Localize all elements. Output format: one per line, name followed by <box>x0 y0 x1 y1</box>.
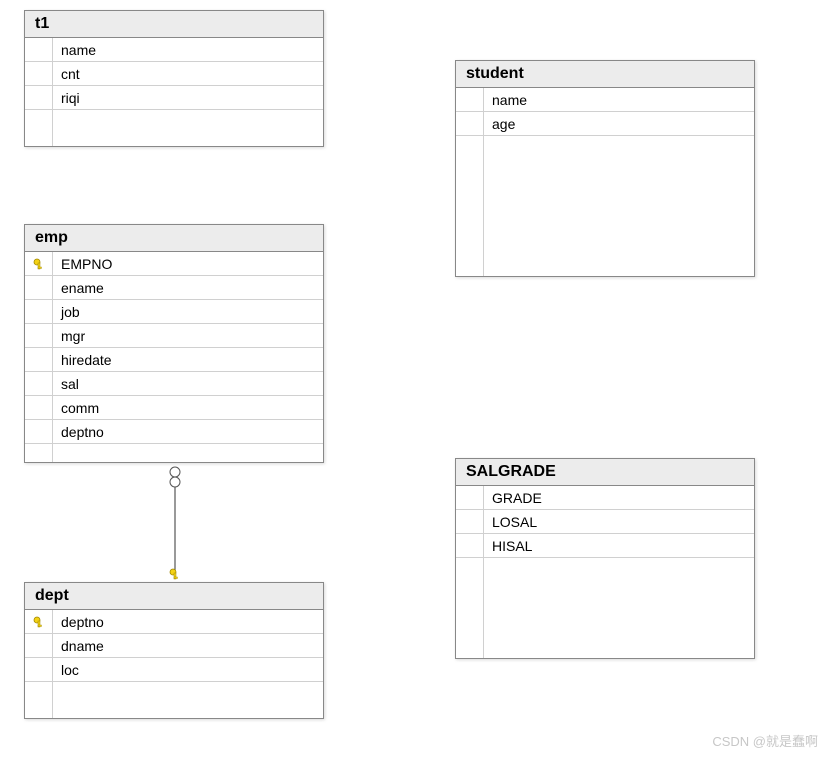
column-name: comm <box>53 400 99 416</box>
column-name: name <box>484 92 527 108</box>
pk-indicator <box>25 86 53 109</box>
table-row[interactable]: deptno <box>25 610 323 634</box>
table-student[interactable]: student name age <box>455 60 755 277</box>
table-row[interactable]: riqi <box>25 86 323 110</box>
table-columns: name age <box>456 88 754 276</box>
table-columns: GRADE LOSAL HISAL <box>456 486 754 658</box>
column-name: age <box>484 116 515 132</box>
table-columns: name cnt riqi <box>25 38 323 146</box>
primary-key-icon <box>33 616 45 628</box>
table-header[interactable]: dept <box>25 583 323 610</box>
pk-indicator <box>25 276 53 299</box>
column-name: loc <box>53 662 79 678</box>
column-name: dname <box>53 638 104 654</box>
table-row[interactable]: dname <box>25 634 323 658</box>
pk-indicator <box>25 348 53 371</box>
table-row[interactable]: age <box>456 112 754 136</box>
pk-indicator <box>25 396 53 419</box>
table-row[interactable]: cnt <box>25 62 323 86</box>
table-header[interactable]: SALGRADE <box>456 459 754 486</box>
column-name: hiredate <box>53 352 112 368</box>
table-row[interactable]: name <box>25 38 323 62</box>
table-row[interactable]: GRADE <box>456 486 754 510</box>
pk-indicator <box>456 88 484 111</box>
table-emp[interactable]: emp EMPNO ename job mgr hiredate <box>24 224 324 463</box>
table-columns: EMPNO ename job mgr hiredate sal comm d <box>25 252 323 462</box>
table-header[interactable]: t1 <box>25 11 323 38</box>
primary-key-icon <box>33 258 45 270</box>
pk-indicator <box>25 38 53 61</box>
column-name: deptno <box>53 614 104 630</box>
pk-indicator <box>456 112 484 135</box>
column-name: deptno <box>53 424 104 440</box>
pk-indicator <box>25 300 53 323</box>
table-padding <box>25 682 323 718</box>
table-padding <box>25 110 323 146</box>
table-salgrade[interactable]: SALGRADE GRADE LOSAL HISAL <box>455 458 755 659</box>
table-row[interactable]: EMPNO <box>25 252 323 276</box>
table-row[interactable]: mgr <box>25 324 323 348</box>
column-name: GRADE <box>484 490 542 506</box>
column-name: job <box>53 304 80 320</box>
table-row[interactable]: ename <box>25 276 323 300</box>
table-header[interactable]: emp <box>25 225 323 252</box>
column-name: EMPNO <box>53 256 112 272</box>
pk-indicator <box>456 534 484 557</box>
table-dept[interactable]: dept deptno dname loc <box>24 582 324 719</box>
relation-emp-dept <box>160 462 190 584</box>
table-row[interactable]: LOSAL <box>456 510 754 534</box>
table-t1[interactable]: t1 name cnt riqi <box>24 10 324 147</box>
pk-indicator <box>456 486 484 509</box>
table-row[interactable]: HISAL <box>456 534 754 558</box>
table-padding <box>456 136 754 276</box>
pk-indicator <box>25 610 53 633</box>
table-row[interactable]: deptno <box>25 420 323 444</box>
pk-indicator <box>25 324 53 347</box>
column-name: ename <box>53 280 104 296</box>
table-padding <box>25 444 323 462</box>
column-name: sal <box>53 376 79 392</box>
table-row[interactable]: job <box>25 300 323 324</box>
pk-indicator <box>25 62 53 85</box>
column-name: name <box>53 42 96 58</box>
table-padding <box>456 558 754 658</box>
column-name: cnt <box>53 66 80 82</box>
pk-indicator <box>456 510 484 533</box>
table-header[interactable]: student <box>456 61 754 88</box>
table-row[interactable]: sal <box>25 372 323 396</box>
table-row[interactable]: hiredate <box>25 348 323 372</box>
column-name: riqi <box>53 90 80 106</box>
column-name: HISAL <box>484 538 532 554</box>
watermark: CSDN @就是蠢啊 <box>712 731 818 750</box>
pk-indicator <box>25 420 53 443</box>
table-row[interactable]: loc <box>25 658 323 682</box>
pk-indicator <box>25 634 53 657</box>
column-name: mgr <box>53 328 85 344</box>
table-row[interactable]: name <box>456 88 754 112</box>
table-columns: deptno dname loc <box>25 610 323 718</box>
column-name: LOSAL <box>484 514 537 530</box>
pk-indicator <box>25 372 53 395</box>
pk-indicator <box>25 252 53 275</box>
table-row[interactable]: comm <box>25 396 323 420</box>
pk-indicator <box>25 658 53 681</box>
